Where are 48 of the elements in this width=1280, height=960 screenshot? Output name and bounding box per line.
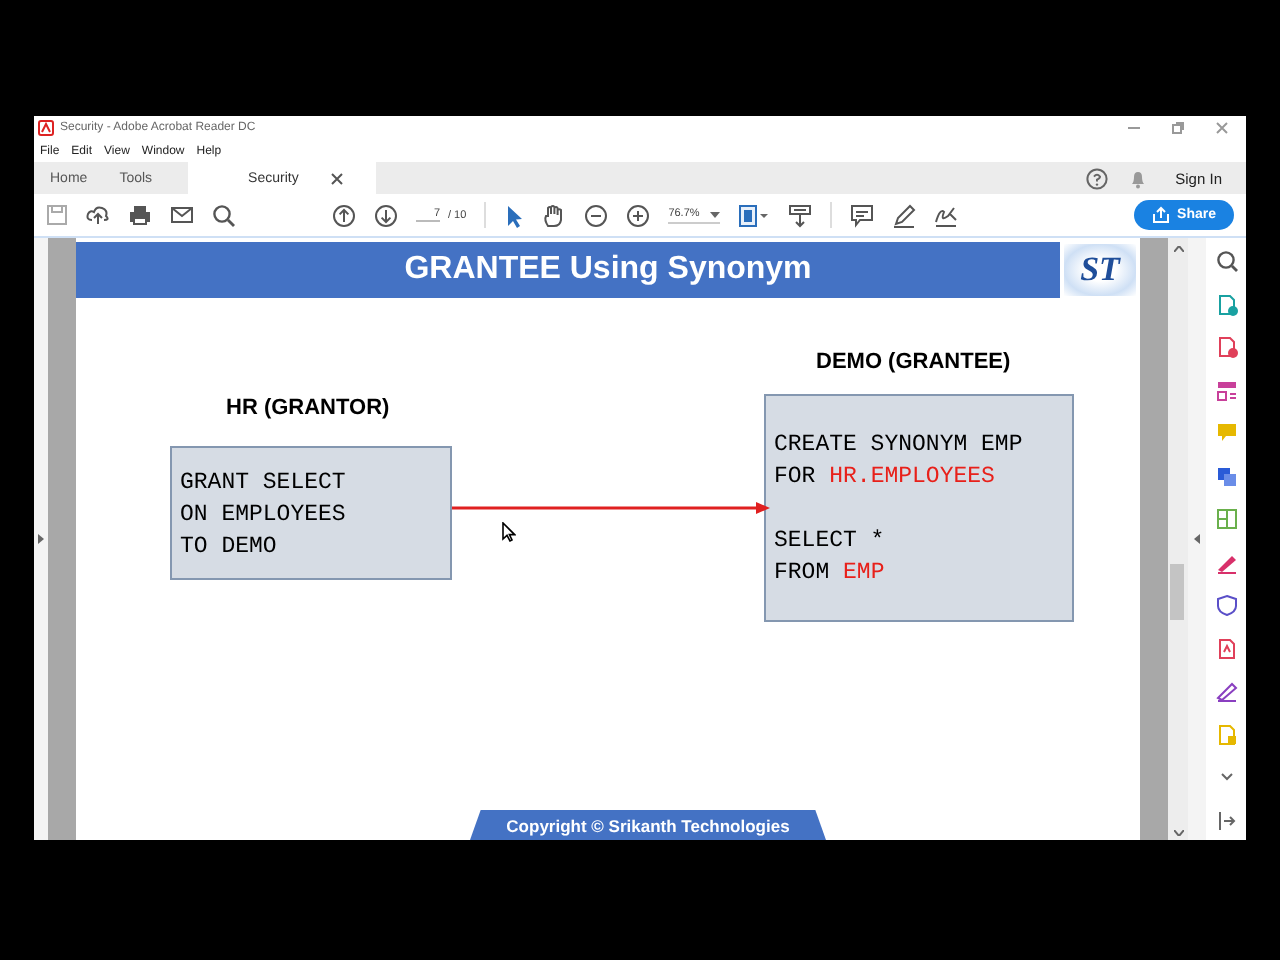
caret-icon [709,211,720,217]
pdf-icon[interactable] [1215,637,1237,659]
exit-icon[interactable] [1215,809,1237,831]
page-down-icon[interactable] [374,203,398,227]
comment-icon[interactable] [849,203,874,227]
page-fit-icon[interactable] [737,203,770,227]
mail-icon[interactable] [170,204,194,226]
signature-icon[interactable] [933,203,958,227]
scroll-thumb[interactable] [1170,564,1184,620]
zoom-icon[interactable] [1215,250,1237,272]
document-icon[interactable] [1215,336,1237,358]
scroll-down-icon[interactable] [1173,830,1183,836]
pen-icon[interactable] [1215,680,1237,702]
code-line: CREATE SYNONYM EMP [774,432,1023,458]
stamp-icon[interactable] [787,203,812,227]
print-icon[interactable] [128,204,152,226]
slide-title: GRANTEE Using Synonym [404,252,812,288]
collapse-arrow-icon[interactable] [1194,534,1200,544]
logo: ST [1064,244,1136,296]
code-line: GRANT SELECT [180,470,346,496]
page-up-icon[interactable] [332,203,356,227]
pointer-icon[interactable] [504,203,525,227]
code-line: FOR HR.EMPLOYEES [774,464,995,490]
box-label: HR (GRANTOR) [226,396,390,420]
layout-icon[interactable] [1215,379,1237,401]
restore-icon[interactable] [1170,120,1186,136]
zoom-in-icon[interactable] [626,203,651,227]
expand-arrow-icon[interactable] [38,534,44,544]
copyright-text: Copyright © Srikanth Technologies [506,815,790,835]
mouse-cursor-icon [502,522,516,542]
document-icon[interactable] [1215,293,1237,315]
share-icon [1151,206,1170,224]
hand-icon[interactable] [542,203,567,227]
code-line: ON EMPLOYEES [180,502,346,528]
scroll-up-icon[interactable] [1173,246,1183,252]
pages-icon[interactable] [1215,508,1237,530]
code-line: TO DEMO [180,534,277,560]
shield-icon[interactable] [1215,594,1237,616]
pen-icon[interactable] [891,203,916,227]
box-label: DEMO (GRANTEE) [816,350,1011,374]
zoom-out-icon[interactable] [584,203,609,227]
close-icon[interactable] [330,171,345,185]
search-icon[interactable] [212,203,236,227]
code-line: FROM EMP [774,560,885,586]
code-line: SELECT * [774,528,885,554]
scrollbar[interactable] [1168,238,1188,840]
help-icon[interactable] [1085,167,1108,189]
cloud-upload-icon[interactable] [86,204,110,226]
